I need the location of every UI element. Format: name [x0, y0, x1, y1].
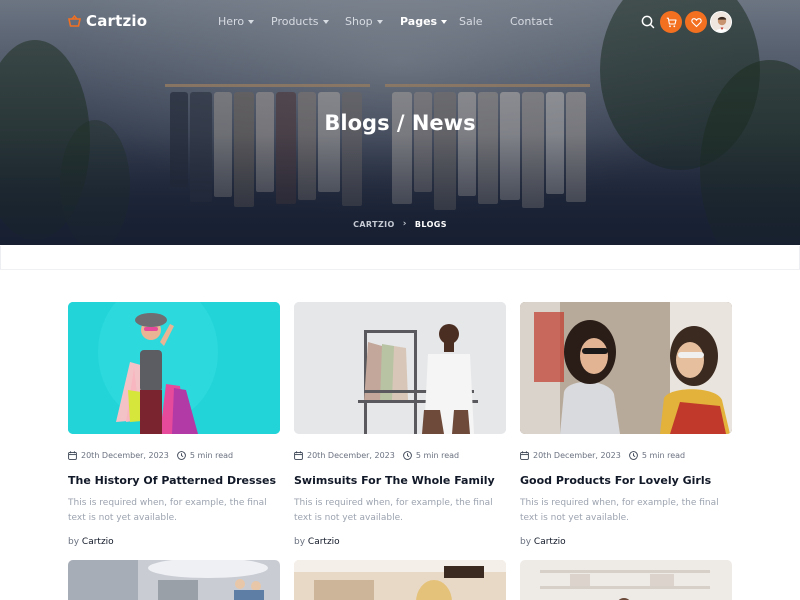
chevron-down-icon — [441, 20, 448, 24]
nav-label: Contact — [510, 15, 553, 28]
nav-item-products[interactable]: Products — [271, 15, 329, 28]
post-image[interactable] — [520, 302, 732, 434]
read-time: 5 min read — [177, 451, 233, 460]
avatar[interactable] — [710, 11, 732, 33]
breadcrumb-current: BLOGS — [414, 219, 447, 229]
nav-label: Sale — [459, 15, 483, 28]
post-date: 20th December, 2023 — [533, 450, 621, 460]
search-icon[interactable] — [640, 14, 656, 30]
nav-label: Products — [271, 15, 319, 28]
clock-icon — [403, 450, 412, 460]
clock-icon — [177, 450, 186, 460]
post-excerpt: This is required when, for example, the … — [294, 498, 493, 523]
page-title: Blogs / News — [324, 111, 476, 135]
author-name[interactable]: Cartzio — [308, 537, 340, 547]
blog-card[interactable]: 20th December, 2023 5 min read Good Prod… — [520, 302, 732, 547]
user-photo — [711, 12, 731, 32]
post-image[interactable] — [294, 560, 506, 600]
post-excerpt: This is required when, for example, the … — [520, 498, 719, 523]
post-meta: 20th December, 2023 5 min read — [294, 450, 506, 460]
post-title[interactable]: Good Products For Lovely Girls — [520, 474, 732, 488]
breadcrumb-home[interactable]: CARTZIO — [353, 220, 395, 229]
basket-icon — [68, 15, 81, 27]
post-date: 20th December, 2023 — [81, 450, 169, 460]
post-author: by Cartzio — [68, 537, 280, 547]
calendar-icon — [68, 450, 77, 460]
chevron-down-icon — [322, 20, 329, 24]
breadcrumb: CARTZIO › BLOGS — [0, 219, 800, 229]
post-author: by Cartzio — [294, 537, 506, 547]
read-time-label: 5 min read — [189, 450, 234, 460]
post-meta: 20th December, 2023 5 min read — [68, 450, 280, 460]
top-navigation: Cartzio Hero Products Shop Pages Sale Co… — [0, 0, 800, 44]
post-excerpt: This is required when, for example, the … — [68, 498, 267, 523]
nav-item-sale[interactable]: Sale — [459, 15, 483, 28]
chevron-right-icon: › — [402, 219, 407, 229]
post-photo-shopping-girl — [68, 302, 280, 434]
post-photo-blonde-woman — [294, 560, 506, 600]
post-image[interactable] — [68, 302, 280, 434]
post-date: 20th December, 2023 — [307, 450, 395, 460]
read-time: 5 min read — [629, 451, 685, 460]
heart-icon — [690, 17, 702, 27]
brand-logo[interactable]: Cartzio — [68, 12, 147, 30]
author-prefix: by — [520, 537, 532, 547]
nav-item-contact[interactable]: Contact — [510, 15, 553, 28]
post-title[interactable]: The History Of Patterned Dresses — [68, 474, 280, 488]
read-time-label: 5 min read — [641, 450, 686, 460]
cart-icon — [666, 17, 677, 27]
post-image[interactable] — [68, 560, 280, 600]
read-time: 5 min read — [403, 451, 459, 460]
nav-item-hero[interactable]: Hero — [218, 15, 255, 28]
post-photo-two-girls — [520, 302, 732, 434]
post-photo-clothing-rack — [294, 302, 506, 434]
calendar-icon — [520, 450, 529, 460]
section-divider — [0, 246, 800, 270]
calendar-icon — [294, 450, 303, 460]
read-time-label: 5 min read — [415, 450, 460, 460]
blog-card[interactable]: 20th December, 2023 5 min read Swimsuits… — [294, 302, 506, 547]
chevron-down-icon — [376, 20, 383, 24]
post-title[interactable]: Swimsuits For The Whole Family — [294, 474, 506, 488]
post-image[interactable] — [520, 560, 732, 600]
post-author: by Cartzio — [520, 537, 732, 547]
wishlist-button[interactable] — [685, 11, 707, 33]
author-name[interactable]: Cartzio — [82, 537, 114, 547]
cart-button[interactable] — [660, 11, 682, 33]
post-photo-store-shelves — [520, 560, 732, 600]
post-image[interactable] — [294, 302, 506, 434]
author-name[interactable]: Cartzio — [534, 537, 566, 547]
hero-banner: Cartzio Hero Products Shop Pages Sale Co… — [0, 0, 800, 245]
brand-name: Cartzio — [86, 12, 148, 30]
nav-item-pages[interactable]: Pages — [400, 15, 448, 28]
author-prefix: by — [294, 537, 306, 547]
nav-item-shop[interactable]: Shop — [345, 15, 383, 28]
blog-card[interactable]: 20th December, 2023 5 min read The Histo… — [68, 302, 280, 547]
post-meta: 20th December, 2023 5 min read — [520, 450, 732, 460]
author-prefix: by — [68, 537, 80, 547]
post-photo-mall — [68, 560, 280, 600]
nav-label: Pages — [400, 15, 438, 28]
nav-label: Hero — [218, 15, 245, 28]
clock-icon — [629, 450, 638, 460]
chevron-down-icon — [248, 20, 255, 24]
nav-label: Shop — [345, 15, 373, 28]
